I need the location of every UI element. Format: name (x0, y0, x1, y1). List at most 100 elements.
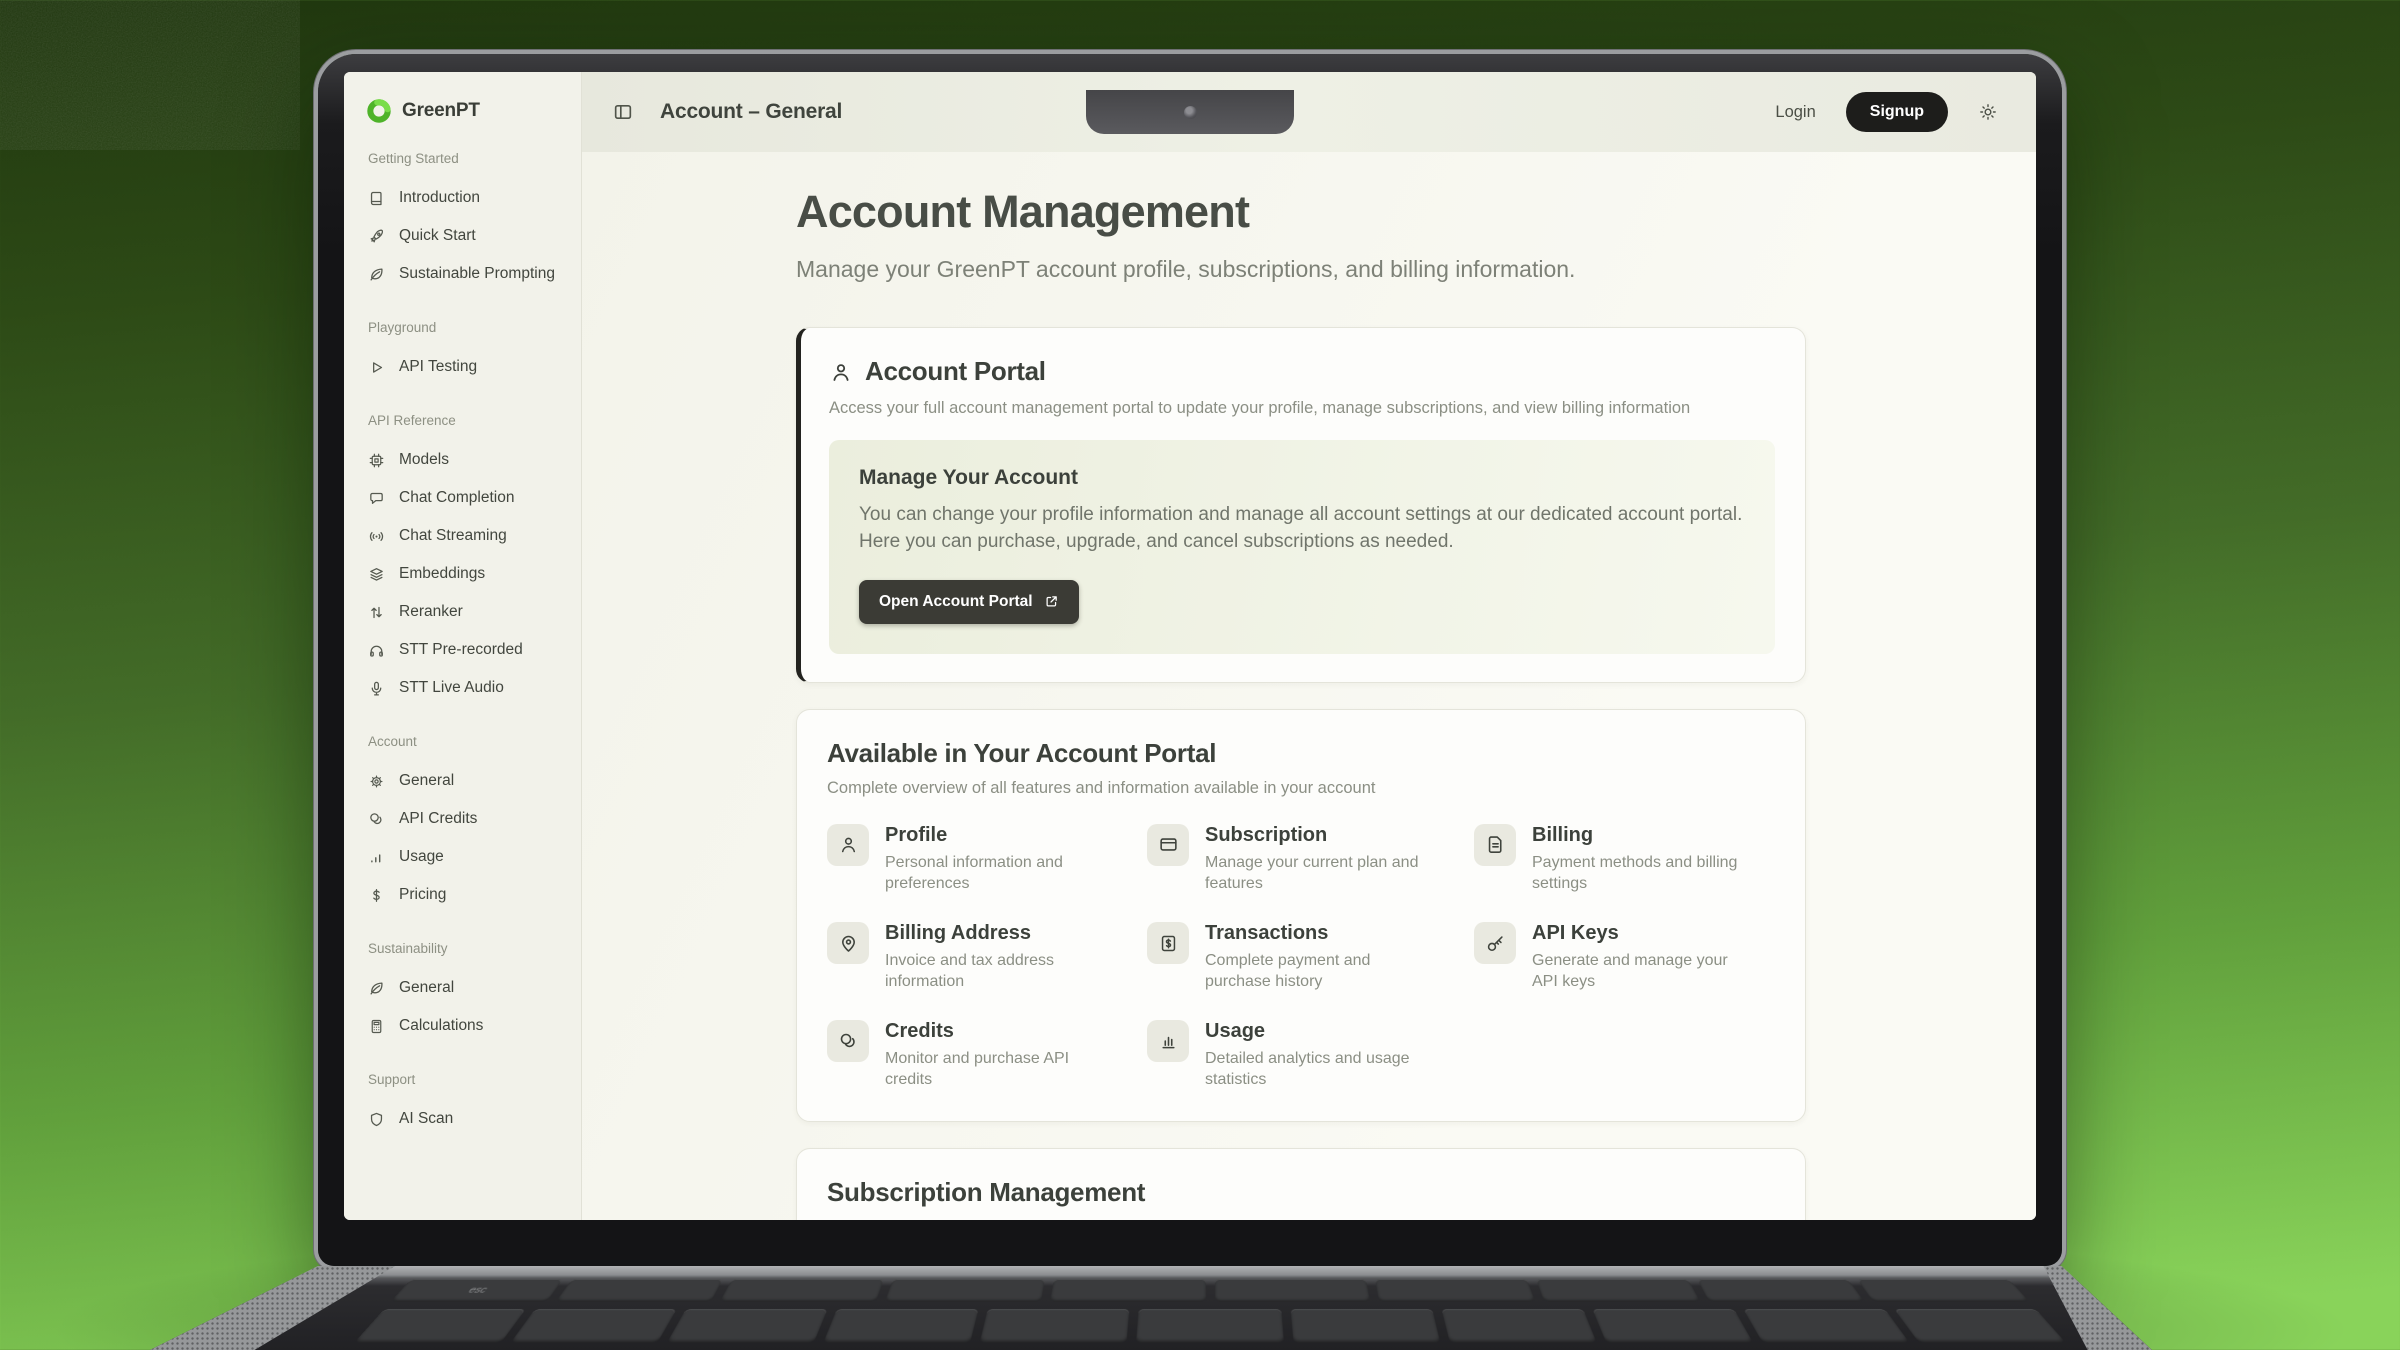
laptop-screen-bezel: GreenPT Getting Started Introduction Qui… (318, 54, 2062, 1266)
feature-billing: Billing Payment methods and billing sett… (1474, 824, 1775, 894)
feature-icon-box (827, 824, 869, 866)
laptop-notch (1086, 90, 1294, 134)
sidebar-item-quick-start[interactable]: Quick Start (366, 217, 565, 255)
sidebar-section-label: Sustainability (368, 941, 565, 956)
subscription-management-title: Subscription Management (827, 1177, 1775, 1208)
account-portal-title: Account Portal (865, 356, 1046, 387)
key (1697, 1279, 1865, 1302)
feature-icon-box (827, 1020, 869, 1062)
sidebar-item-label: Introduction (399, 189, 480, 207)
account-portal-card: Account Portal Access your full account … (796, 327, 1806, 683)
key (668, 1309, 828, 1342)
sidebar: GreenPT Getting Started Introduction Qui… (344, 72, 582, 1220)
feature-title: Usage (1205, 1020, 1427, 1043)
sidebar-item-label: API Testing (399, 358, 477, 376)
rocket-icon (368, 228, 385, 245)
sidebar-item-chat-streaming[interactable]: Chat Streaming (366, 517, 565, 555)
coins-icon (838, 1031, 859, 1052)
manage-account-title: Manage Your Account (859, 466, 1745, 490)
sidebar-item-ai-scan[interactable]: AI Scan (366, 1100, 565, 1138)
sidebar-section-account: Account General API Credits Usage Pricin… (366, 734, 565, 914)
sidebar-item-label: API Credits (399, 810, 477, 828)
sidebar-item-label: Chat Streaming (399, 527, 507, 545)
bar-chart-icon (368, 849, 385, 866)
sidebar-item-label: Pricing (399, 886, 446, 904)
sidebar-item-api-credits[interactable]: API Credits (366, 800, 565, 838)
feature-icon-box (827, 922, 869, 964)
background-noise-texture (0, 0, 300, 150)
key (1290, 1309, 1440, 1342)
greenpt-logo-icon (366, 98, 392, 124)
features-card-subtitle: Complete overview of all features and in… (827, 779, 1775, 798)
sidebar-item-label: General (399, 772, 454, 790)
signup-button[interactable]: Signup (1846, 92, 1948, 132)
theme-toggle-sun-icon[interactable] (1978, 102, 1998, 122)
sidebar-section-label: API Reference (368, 413, 565, 428)
feature-title: Billing (1532, 824, 1754, 847)
login-button[interactable]: Login (1775, 103, 1815, 122)
sidebar-item-sustainable-prompting[interactable]: Sustainable Prompting (366, 255, 565, 293)
document-icon (1485, 834, 1506, 855)
sidebar-item-introduction[interactable]: Introduction (366, 179, 565, 217)
sidebar-toggle-icon[interactable] (612, 101, 634, 123)
sidebar-section-label: Getting Started (368, 151, 565, 166)
page-title: Account Management (796, 186, 1806, 238)
breadcrumb: Account – General (660, 100, 842, 124)
sidebar-item-sustainability-general[interactable]: General (366, 969, 565, 1007)
main-content: Account Management Manage your GreenPT a… (582, 152, 2036, 1220)
sidebar-item-chat-completion[interactable]: Chat Completion (366, 479, 565, 517)
sidebar-section-playground: Playground API Testing (366, 320, 565, 386)
leaf-icon (368, 980, 385, 997)
keyboard-number-row (355, 1309, 2066, 1342)
logo[interactable]: GreenPT (366, 98, 565, 124)
sidebar-section-label: Playground (368, 320, 565, 335)
sidebar-item-usage[interactable]: Usage (366, 838, 565, 876)
sidebar-item-embeddings[interactable]: Embeddings (366, 555, 565, 593)
sidebar-item-models[interactable]: Models (366, 441, 565, 479)
feature-description: Invoice and tax address information (885, 950, 1107, 992)
sidebar-item-label: General (399, 979, 454, 997)
camera-dot (1184, 106, 1197, 119)
feature-api-keys: API Keys Generate and manage your API ke… (1474, 922, 1775, 992)
feature-title: Transactions (1205, 922, 1427, 945)
feature-description: Payment methods and billing settings (1532, 852, 1754, 894)
sidebar-item-calculations[interactable]: Calculations (366, 1007, 565, 1045)
feature-billing-address: Billing Address Invoice and tax address … (827, 922, 1147, 992)
sidebar-item-stt-pre-recorded[interactable]: STT Pre-recorded (366, 631, 565, 669)
key (824, 1309, 979, 1342)
sidebar-item-api-testing[interactable]: API Testing (366, 348, 565, 386)
keyboard-function-row: esc (391, 1279, 2029, 1302)
credit-card-icon (1158, 834, 1179, 855)
feature-icon-box (1147, 1020, 1189, 1062)
logo-text: GreenPT (402, 100, 480, 122)
feature-description: Generate and manage your API keys (1532, 950, 1754, 992)
sidebar-item-reranker[interactable]: Reranker (366, 593, 565, 631)
key (1137, 1309, 1284, 1342)
account-portal-description: Access your full account management port… (829, 399, 1775, 418)
person-icon (838, 834, 859, 855)
sidebar-item-pricing[interactable]: Pricing (366, 876, 565, 914)
sidebar-section-support: Support AI Scan (366, 1072, 565, 1138)
feature-description: Monitor and purchase API credits (885, 1048, 1107, 1090)
top-bar: Account – General Login Signup (582, 72, 2036, 152)
sidebar-section-label: Support (368, 1072, 565, 1087)
chat-bubble-icon (368, 490, 385, 507)
sidebar-item-label: STT Live Audio (399, 679, 504, 697)
portal-features-card: Available in Your Account Portal Complet… (796, 709, 1806, 1122)
sidebar-item-label: Embeddings (399, 565, 485, 583)
key (1215, 1279, 1371, 1302)
sidebar-item-label: Usage (399, 848, 444, 866)
feature-description: Manage your current plan and features (1205, 852, 1427, 894)
sidebar-item-stt-live-audio[interactable]: STT Live Audio (366, 669, 565, 707)
sidebar-item-label: Quick Start (399, 227, 476, 245)
key (1743, 1309, 1909, 1342)
sidebar-section-getting-started: Getting Started Introduction Quick Start… (366, 151, 565, 293)
laptop-keyboard-deck: esc tab Q W E (150, 1266, 2160, 1350)
receipt-dollar-icon (1158, 933, 1179, 954)
open-account-portal-button[interactable]: Open Account Portal (859, 580, 1079, 624)
headphones-icon (368, 642, 385, 659)
sidebar-item-label: Chat Completion (399, 489, 514, 507)
main-column: Account – General Login Signup Account M… (582, 72, 2036, 1220)
sidebar-item-account-general[interactable]: General (366, 762, 565, 800)
sidebar-section-label: Account (368, 734, 565, 749)
